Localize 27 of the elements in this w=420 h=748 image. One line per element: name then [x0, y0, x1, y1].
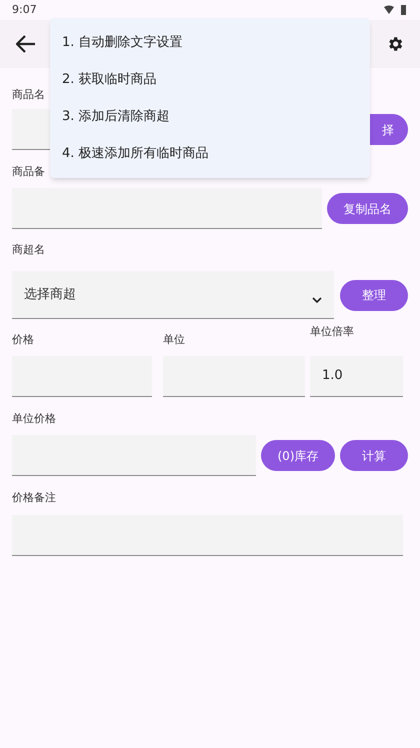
- input-field[interactable]: [163, 356, 305, 397]
- field-label: 单位价格: [12, 412, 56, 425]
- status-time: 9:07: [12, 2, 37, 18]
- input-field[interactable]: [12, 356, 152, 397]
- field-label: 价格: [12, 333, 34, 346]
- back-icon[interactable]: [16, 35, 36, 53]
- action-button[interactable]: 整理: [340, 280, 408, 310]
- field-label: 商品备: [12, 165, 45, 178]
- menu-item[interactable]: 1. 自动删除文字设置: [50, 24, 370, 61]
- field-label: 商品名: [12, 88, 45, 101]
- store-dropdown[interactable]: 选择商超: [12, 271, 334, 319]
- chevron-down-icon: [312, 297, 322, 304]
- input-field[interactable]: [12, 435, 256, 476]
- menu-item[interactable]: 2. 获取临时商品: [50, 61, 370, 98]
- field-label: 单位: [163, 333, 185, 346]
- action-button[interactable]: (0)库存: [261, 440, 335, 471]
- menu-item[interactable]: 3. 添加后清除商超: [50, 98, 370, 135]
- wifi-battery-icon: [384, 5, 408, 15]
- menu-item[interactable]: 4. 极速添加所有临时商品: [50, 135, 370, 172]
- input-field[interactable]: 1.0: [310, 356, 403, 397]
- field-label: 商超名: [12, 243, 45, 256]
- action-button[interactable]: 计算: [340, 440, 408, 471]
- input-field[interactable]: [12, 188, 322, 229]
- field-label: 价格备注: [12, 491, 56, 504]
- input-field[interactable]: [12, 515, 403, 556]
- action-button[interactable]: 复制品名: [327, 193, 408, 224]
- field-label: 单位倍率: [310, 326, 354, 340]
